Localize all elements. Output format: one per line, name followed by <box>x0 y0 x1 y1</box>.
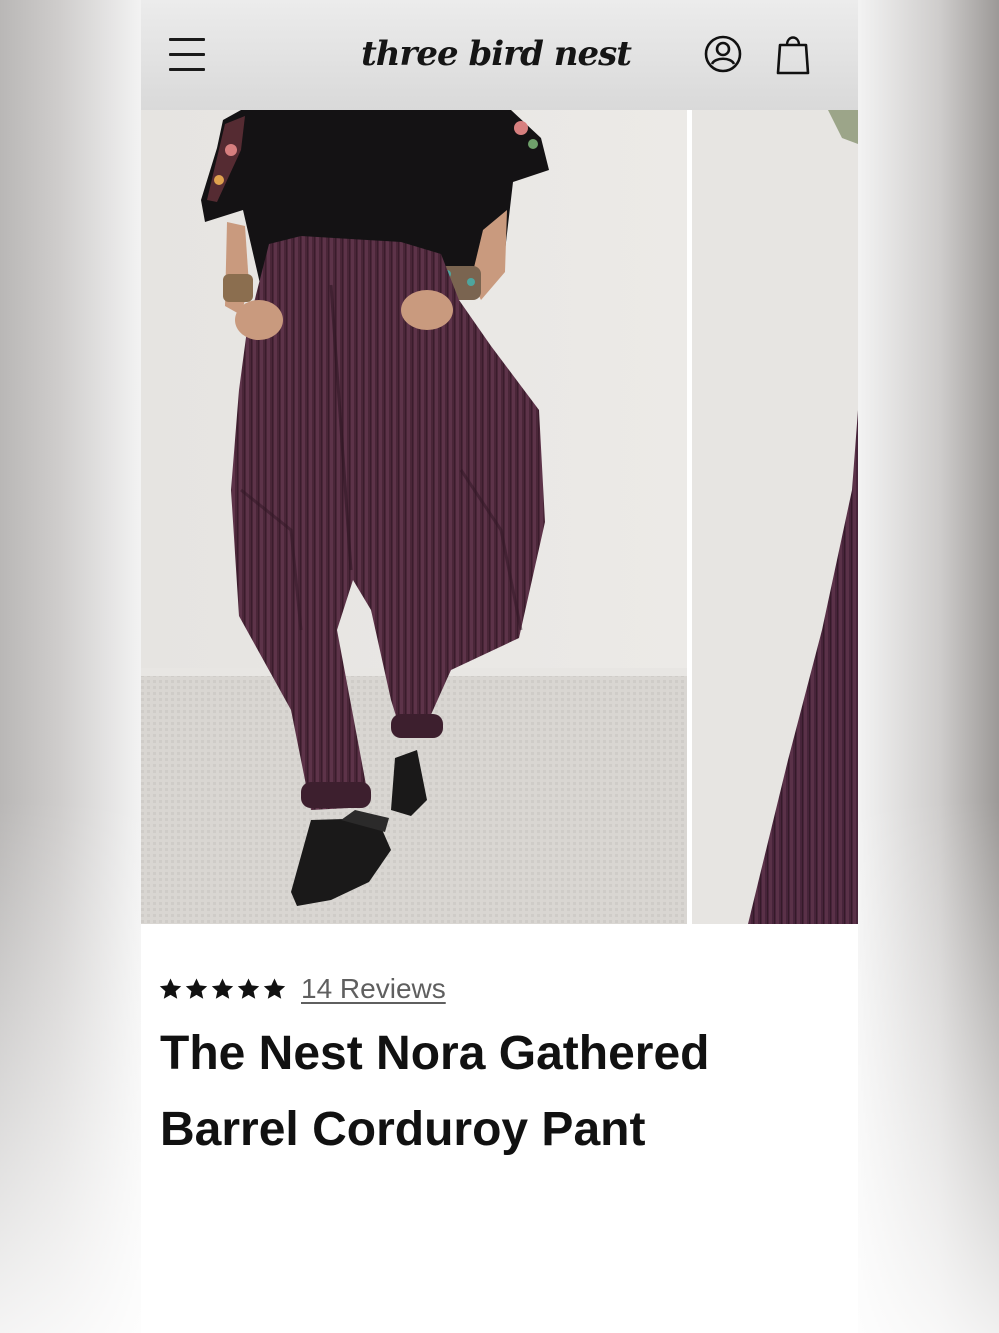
site-header: three bird nest <box>141 0 858 111</box>
star-icon <box>263 978 286 999</box>
product-image-gallery[interactable] <box>141 110 858 924</box>
product-title: The Nest Nora Gathered Barrel Corduroy P… <box>160 1027 710 1156</box>
product-info: 14 Reviews The Nest Nora Gathered Barrel… <box>141 924 858 1333</box>
star-icon <box>211 978 234 999</box>
rating-row: 14 Reviews <box>158 972 446 1006</box>
shopping-bag-icon[interactable] <box>775 32 811 76</box>
user-account-icon[interactable] <box>703 34 743 74</box>
reviews-link[interactable]: 14 Reviews <box>301 973 446 1005</box>
star-icon <box>185 978 208 999</box>
hamburger-menu-icon[interactable] <box>167 36 207 74</box>
star-icon <box>159 978 182 999</box>
product-photo-next[interactable] <box>692 110 858 924</box>
product-page: three bird nest 14 Reviews The Nest Nora… <box>141 0 858 1333</box>
brand-logo[interactable]: three bird nest <box>361 30 632 78</box>
star-rating <box>158 977 287 1001</box>
product-photo-main[interactable] <box>141 110 687 924</box>
star-icon <box>237 978 260 999</box>
